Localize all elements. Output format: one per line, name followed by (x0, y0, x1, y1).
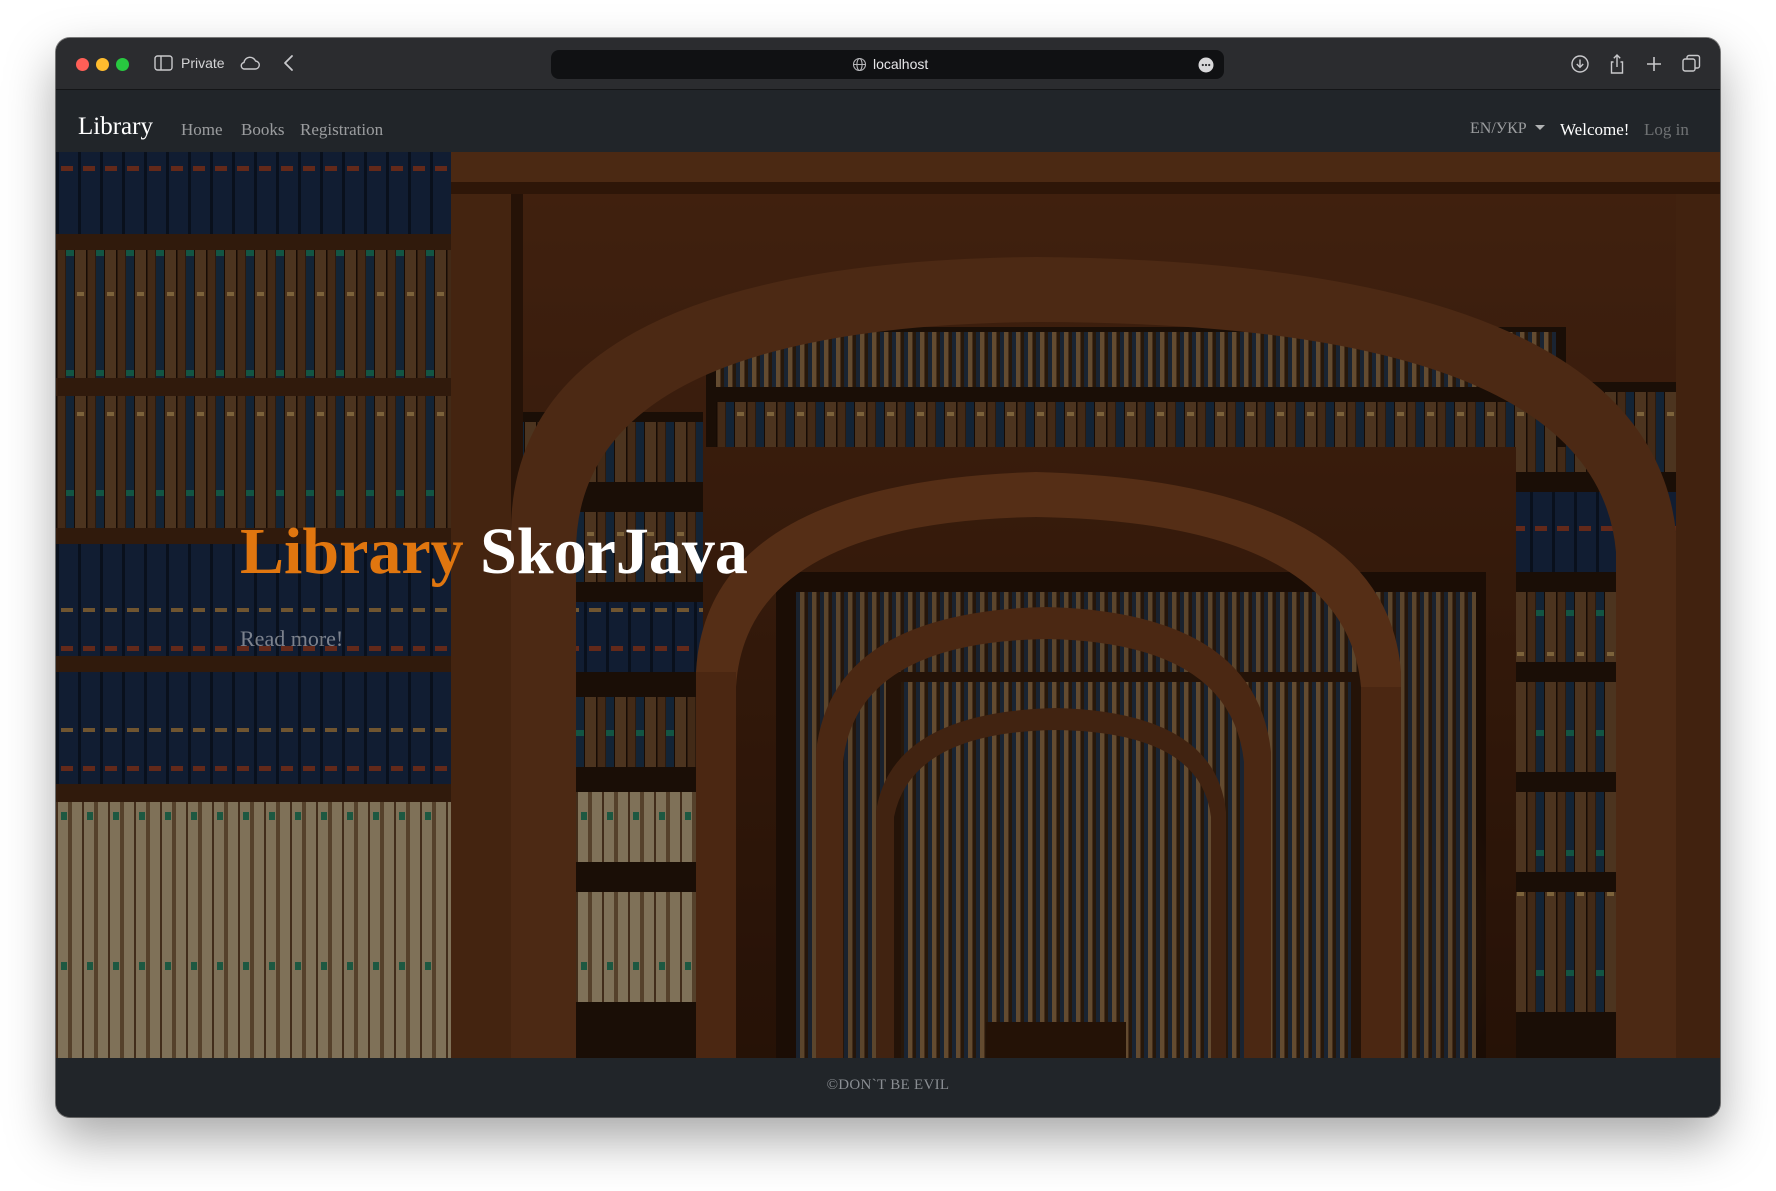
site-footer: ©DON`T BE EVIL (56, 1058, 1720, 1117)
hero-heading-main: SkorJava (480, 515, 748, 588)
read-more-link[interactable]: Read more! (240, 626, 343, 652)
browser-toolbar: Private localhost (56, 38, 1720, 90)
minimize-window-button[interactable] (96, 58, 109, 71)
navbar-brand[interactable]: Library (78, 113, 153, 141)
language-toggle-label: EN/УКР (1470, 120, 1527, 137)
login-link[interactable]: Log in (1644, 120, 1689, 140)
share-icon[interactable] (1606, 53, 1628, 75)
private-mode-label: Private (181, 55, 225, 71)
nav-link-books[interactable]: Books (241, 120, 284, 140)
globe-icon (852, 57, 867, 72)
language-dropdown-toggle[interactable]: EN/УКР (1470, 120, 1545, 138)
hero-dark-overlay (56, 152, 1720, 1058)
close-window-button[interactable] (76, 58, 89, 71)
tabs-overview-icon[interactable] (1680, 53, 1702, 75)
more-icon[interactable] (1198, 57, 1214, 73)
browser-window: Private localhost Library Home Books Reg… (56, 38, 1720, 1117)
new-tab-plus-icon[interactable] (1643, 53, 1665, 75)
address-bar[interactable]: localhost (551, 50, 1224, 79)
nav-link-registration[interactable]: Registration (300, 120, 383, 140)
nav-link-home[interactable]: Home (181, 120, 223, 140)
welcome-text: Welcome! (1560, 120, 1630, 139)
hero-heading-accent: Library (240, 515, 464, 588)
url-text: localhost (873, 56, 929, 72)
caret-down-icon (1534, 125, 1545, 130)
sidebar-toggle-icon[interactable] (154, 55, 173, 71)
maximize-window-button[interactable] (116, 58, 129, 71)
footer-text: ©DON`T BE EVIL (826, 1077, 950, 1093)
back-chevron-icon[interactable] (282, 53, 296, 73)
hero-heading: Library SkorJava (240, 515, 748, 589)
hero-section: Library SkorJava Read more! (56, 152, 1720, 1058)
download-icon[interactable] (1569, 53, 1591, 75)
cloud-icon[interactable] (238, 54, 260, 72)
